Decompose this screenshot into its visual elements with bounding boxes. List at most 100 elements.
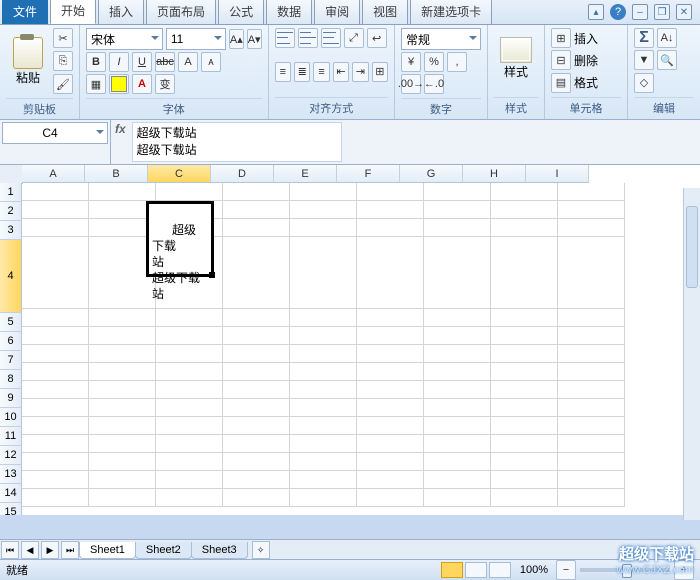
tab-review[interactable]: 审阅 xyxy=(314,0,360,24)
autosum-button[interactable]: Σ xyxy=(634,28,654,48)
increase-font-button[interactable]: A▴ xyxy=(229,29,244,49)
decrease-decimal-button[interactable]: ←.0 xyxy=(424,74,444,94)
cell-G8[interactable] xyxy=(424,363,491,381)
new-sheet-button[interactable]: ✧ xyxy=(252,541,270,559)
cell-D7[interactable] xyxy=(223,345,290,363)
cell-C15[interactable] xyxy=(156,489,223,507)
cell-G4[interactable] xyxy=(424,237,491,309)
strike-button[interactable]: abc xyxy=(155,52,175,72)
tab-data[interactable]: 数据 xyxy=(266,0,312,24)
cell-B12[interactable] xyxy=(89,435,156,453)
cell-I3[interactable] xyxy=(558,219,625,237)
cell-E2[interactable] xyxy=(290,201,357,219)
cell-D12[interactable] xyxy=(223,435,290,453)
cell-G2[interactable] xyxy=(424,201,491,219)
cell-H9[interactable] xyxy=(491,381,558,399)
cell-I15[interactable] xyxy=(558,489,625,507)
sheet-nav-last[interactable]: ⏭ xyxy=(61,541,79,559)
cell-A14[interactable] xyxy=(22,471,89,489)
cell-A3[interactable] xyxy=(22,219,89,237)
cell-G12[interactable] xyxy=(424,435,491,453)
cell-B11[interactable] xyxy=(89,417,156,435)
cell-F12[interactable] xyxy=(357,435,424,453)
tab-view[interactable]: 视图 xyxy=(362,0,408,24)
cell-A11[interactable] xyxy=(22,417,89,435)
currency-button[interactable]: ¥ xyxy=(401,52,421,72)
formula-input[interactable]: 超级下载站 超级下载站 xyxy=(132,122,342,162)
cell-E9[interactable] xyxy=(290,381,357,399)
row-header-10[interactable]: 10 xyxy=(0,408,22,427)
row-header-8[interactable]: 8 xyxy=(0,370,22,389)
sheet-tab-3[interactable]: Sheet3 xyxy=(191,542,248,559)
cell-I5[interactable] xyxy=(558,309,625,327)
cut-button[interactable]: ✂ xyxy=(53,28,73,48)
paste-button[interactable]: 粘贴 xyxy=(6,31,50,91)
cell-I2[interactable] xyxy=(558,201,625,219)
cell-A7[interactable] xyxy=(22,345,89,363)
cell-C10[interactable] xyxy=(156,399,223,417)
cell-G3[interactable] xyxy=(424,219,491,237)
window-close-icon[interactable]: ✕ xyxy=(676,4,692,20)
increase-decimal-button[interactable]: .00→ xyxy=(401,74,421,94)
bold-button[interactable]: B xyxy=(86,52,106,72)
cell-G14[interactable] xyxy=(424,471,491,489)
col-header-D[interactable]: D xyxy=(211,165,274,183)
cell-E5[interactable] xyxy=(290,309,357,327)
tab-home[interactable]: 开始 xyxy=(50,0,96,24)
underline-button[interactable]: U xyxy=(132,52,152,72)
row-header-5[interactable]: 5 xyxy=(0,313,22,332)
cell-C12[interactable] xyxy=(156,435,223,453)
col-header-A[interactable]: A xyxy=(22,165,85,183)
cell-B6[interactable] xyxy=(89,327,156,345)
cell-A2[interactable] xyxy=(22,201,89,219)
cell-C1[interactable] xyxy=(156,183,223,201)
window-minimize-icon[interactable]: – xyxy=(632,4,648,20)
row-header-7[interactable]: 7 xyxy=(0,351,22,370)
tab-new-option[interactable]: 新建选项卡 xyxy=(410,0,492,24)
view-normal-button[interactable] xyxy=(441,562,463,578)
tab-page-layout[interactable]: 页面布局 xyxy=(146,0,216,24)
row-header-15[interactable]: 15 xyxy=(0,503,22,515)
cell-A15[interactable] xyxy=(22,489,89,507)
cell-D13[interactable] xyxy=(223,453,290,471)
cell-A5[interactable] xyxy=(22,309,89,327)
col-header-I[interactable]: I xyxy=(526,165,589,183)
row-header-6[interactable]: 6 xyxy=(0,332,22,351)
fill-handle[interactable] xyxy=(209,272,215,278)
decrease-font-button[interactable]: A▾ xyxy=(247,29,262,49)
cell-B8[interactable] xyxy=(89,363,156,381)
cell-F1[interactable] xyxy=(357,183,424,201)
cell-I6[interactable] xyxy=(558,327,625,345)
cell-I11[interactable] xyxy=(558,417,625,435)
font-shrink-a-button[interactable]: ᴀ xyxy=(201,52,221,72)
cell-H15[interactable] xyxy=(491,489,558,507)
cell-H5[interactable] xyxy=(491,309,558,327)
zoom-slider[interactable]: − + xyxy=(556,560,694,580)
cell-D4[interactable] xyxy=(223,237,290,309)
cell-G6[interactable] xyxy=(424,327,491,345)
cell-C13[interactable] xyxy=(156,453,223,471)
cell-E15[interactable] xyxy=(290,489,357,507)
align-left-button[interactable]: ≡ xyxy=(275,62,291,82)
cell-H1[interactable] xyxy=(491,183,558,201)
cell-A8[interactable] xyxy=(22,363,89,381)
cell-F15[interactable] xyxy=(357,489,424,507)
col-header-E[interactable]: E xyxy=(274,165,337,183)
cell-H11[interactable] xyxy=(491,417,558,435)
sheet-nav-next[interactable]: ▶ xyxy=(41,541,59,559)
cell-I10[interactable] xyxy=(558,399,625,417)
cell-I9[interactable] xyxy=(558,381,625,399)
cell-F6[interactable] xyxy=(357,327,424,345)
sort-button[interactable]: A↓ xyxy=(657,28,677,48)
align-middle-button[interactable] xyxy=(298,28,318,48)
cell-B15[interactable] xyxy=(89,489,156,507)
select-all-corner[interactable] xyxy=(0,165,23,184)
cell-F5[interactable] xyxy=(357,309,424,327)
align-top-button[interactable] xyxy=(275,28,295,48)
align-right-button[interactable]: ≡ xyxy=(313,62,329,82)
cell-B5[interactable] xyxy=(89,309,156,327)
cell-H14[interactable] xyxy=(491,471,558,489)
cell-B10[interactable] xyxy=(89,399,156,417)
row-header-11[interactable]: 11 xyxy=(0,427,22,446)
cell-E4[interactable] xyxy=(290,237,357,309)
